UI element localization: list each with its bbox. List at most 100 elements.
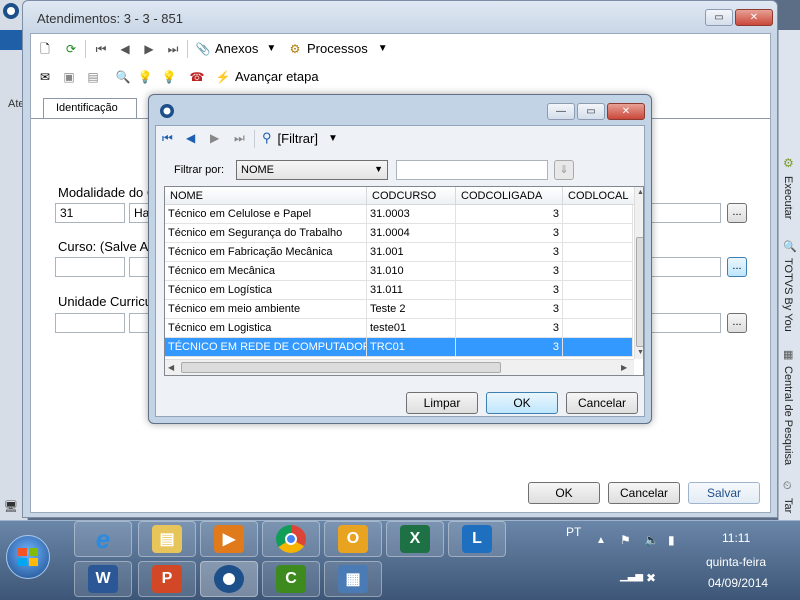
clear-button[interactable]: Limpar [406, 392, 478, 414]
taskbar-media-player[interactable]: ▶ [200, 521, 258, 557]
unidade-extra-field[interactable] [651, 313, 721, 333]
taskbar-powerpoint[interactable]: P [138, 561, 196, 597]
previous-record-icon[interactable]: ◀ [117, 40, 133, 58]
volume-icon[interactable]: 🔈 [644, 533, 659, 547]
camtasia-icon: C [276, 565, 306, 593]
apply-filter-button[interactable]: ⇓ [554, 160, 574, 180]
taskbar-chrome[interactable] [262, 521, 320, 557]
table-row[interactable]: Técnico em Mecânica 31.010 3 [165, 262, 633, 281]
unidade-code-field[interactable] [55, 313, 125, 333]
taskbar-totvs[interactable] [200, 561, 258, 597]
curso-extra-field[interactable] [651, 257, 721, 277]
filter-value-input[interactable] [396, 160, 548, 180]
side-item-tarefas[interactable]: Tar [782, 498, 794, 513]
side-item-executar[interactable]: Executar [782, 176, 794, 219]
horizontal-scroll-thumb[interactable] [181, 362, 501, 373]
anexos-menu[interactable]: 📎 Anexos ▼ [195, 40, 277, 58]
dialog-close-button[interactable]: ✕ [607, 103, 645, 120]
phone-icon[interactable]: ☎ [189, 68, 205, 86]
restore-button[interactable]: ▭ [705, 9, 733, 26]
next-record-icon[interactable]: ▶ [141, 40, 157, 58]
column-header-codlocal[interactable]: CODLOCAL [563, 187, 635, 205]
curso-lookup-button[interactable]: ... [727, 257, 747, 277]
envelope-icon[interactable]: ✉ [37, 68, 53, 86]
side-item-totvs-by-you[interactable]: TOTVS By You [782, 258, 794, 332]
taskbar-camtasia[interactable]: C [262, 561, 320, 597]
avancar-etapa-button[interactable]: ⚡ Avançar etapa [215, 68, 319, 86]
battery-icon[interactable]: ▮ [668, 533, 675, 547]
clock-time[interactable]: 11:11 [722, 531, 750, 545]
cell-codcurso: 31.010 [367, 262, 456, 281]
cell-codlocal [563, 300, 633, 319]
search-icon[interactable]: 🔍 [115, 68, 131, 86]
last-record-icon[interactable]: ⏭ [165, 40, 181, 58]
start-button[interactable] [6, 535, 50, 579]
dialog-maximize-button[interactable]: ▭ [577, 103, 605, 120]
toolbar-separator [254, 130, 255, 148]
filter-menu[interactable]: ⚲ [Filtrar] ▼ [262, 130, 338, 146]
horizontal-scrollbar[interactable]: ◀ ▶ [165, 359, 634, 375]
previous-record-icon[interactable]: ◀ [186, 131, 195, 145]
table-row[interactable]: Técnico em Celulose e Papel 31.0003 3 [165, 205, 633, 224]
dialog-minimize-button[interactable]: — [547, 103, 575, 120]
table-row[interactable]: Técnico em Segurança do Trabalho 31.0004… [165, 224, 633, 243]
table-row-selected[interactable]: TÉCNICO EM REDE DE COMPUTADORES TRC01 3 [165, 338, 633, 357]
scroll-right-icon[interactable]: ▶ [621, 363, 627, 372]
table-row[interactable]: Técnico em Fabricação Mecânica 31.001 3 [165, 243, 633, 262]
dialog-cancel-button[interactable]: Cancelar [566, 392, 638, 414]
table-row[interactable]: Técnico em meio ambiente Teste 2 3 [165, 300, 633, 319]
taskbar-ie[interactable]: e [74, 521, 132, 557]
save-button[interactable]: Salvar [688, 482, 760, 504]
cancel-button[interactable]: Cancelar [608, 482, 680, 504]
first-record-icon[interactable]: ⏮ [162, 131, 173, 146]
processos-menu[interactable]: ⚙ Processos ▼ [287, 40, 388, 58]
scroll-up-icon[interactable]: ▲ [637, 189, 643, 196]
column-header-codcurso[interactable]: CODCURSO [367, 187, 456, 205]
show-hidden-icons-icon[interactable]: ▲ [596, 535, 606, 546]
last-record-icon[interactable]: ⏭ [234, 131, 245, 146]
taskbar-word[interactable]: W [74, 561, 132, 597]
copy-icon[interactable]: ▣ [61, 68, 77, 86]
tab-identificacao[interactable]: Identificação [43, 98, 137, 119]
scroll-down-icon[interactable]: ▼ [637, 349, 643, 356]
close-button[interactable]: ✕ [735, 9, 773, 26]
language-indicator[interactable]: PT [566, 525, 581, 539]
modalidade-lookup-button[interactable]: ... [727, 203, 747, 223]
lightbulb-alert-icon[interactable]: 💡 [161, 68, 177, 86]
excel-icon: X [400, 525, 430, 553]
column-header-nome[interactable]: NOME [165, 187, 367, 205]
taskbar-explorer[interactable]: ▤ [138, 521, 196, 557]
modalidade-extra-field[interactable] [651, 203, 721, 223]
new-icon[interactable]: 🗋 [37, 40, 53, 58]
cell-codcurso: 31.011 [367, 281, 456, 300]
vertical-scroll-thumb[interactable] [636, 237, 643, 347]
modalidade-label: Modalidade do C [58, 185, 157, 200]
dialog-ok-button[interactable]: OK [486, 392, 558, 414]
first-record-icon[interactable]: ⏮ [93, 40, 109, 58]
curso-code-field[interactable] [55, 257, 125, 277]
modalidade-code-field[interactable]: 31 [55, 203, 125, 223]
network-error-icon[interactable]: ✖ [646, 571, 656, 585]
unidade-lookup-button[interactable]: ... [727, 313, 747, 333]
refresh-icon[interactable]: ⟳ [63, 40, 79, 58]
network-signal-icon[interactable]: ▁▃▅ [620, 571, 643, 582]
table-row[interactable]: Técnico em Logística 31.011 3 [165, 281, 633, 300]
scroll-left-icon[interactable]: ◀ [168, 363, 174, 372]
taskbar-outlook[interactable]: O [324, 521, 382, 557]
side-item-central-de-pesquisa[interactable]: Central de Pesquisa [782, 366, 794, 465]
filter-menu-label: [Filtrar] [277, 130, 318, 146]
ok-button[interactable]: OK [528, 482, 600, 504]
taskbar-excel[interactable]: X [386, 521, 444, 557]
cell-nome: Técnico em Mecânica [165, 262, 367, 281]
cell-codcurso: 31.0004 [367, 224, 456, 243]
taskbar-lync[interactable]: L [448, 521, 506, 557]
table-row[interactable]: Técnico em Logistica teste01 3 [165, 319, 633, 338]
filter-by-select[interactable]: NOME ▼ [236, 160, 388, 180]
taskbar-control-panel[interactable]: ▦ [324, 561, 382, 597]
next-record-icon[interactable]: ▶ [210, 131, 219, 145]
lightbulb-icon[interactable]: 💡 [137, 68, 153, 86]
action-center-icon[interactable]: ⚑ [620, 533, 631, 547]
column-header-codcoligada[interactable]: CODCOLIGADA [456, 187, 563, 205]
truck-icon[interactable]: ▤ [85, 68, 101, 86]
vertical-scrollbar[interactable]: ▲ ▼ [634, 187, 643, 359]
